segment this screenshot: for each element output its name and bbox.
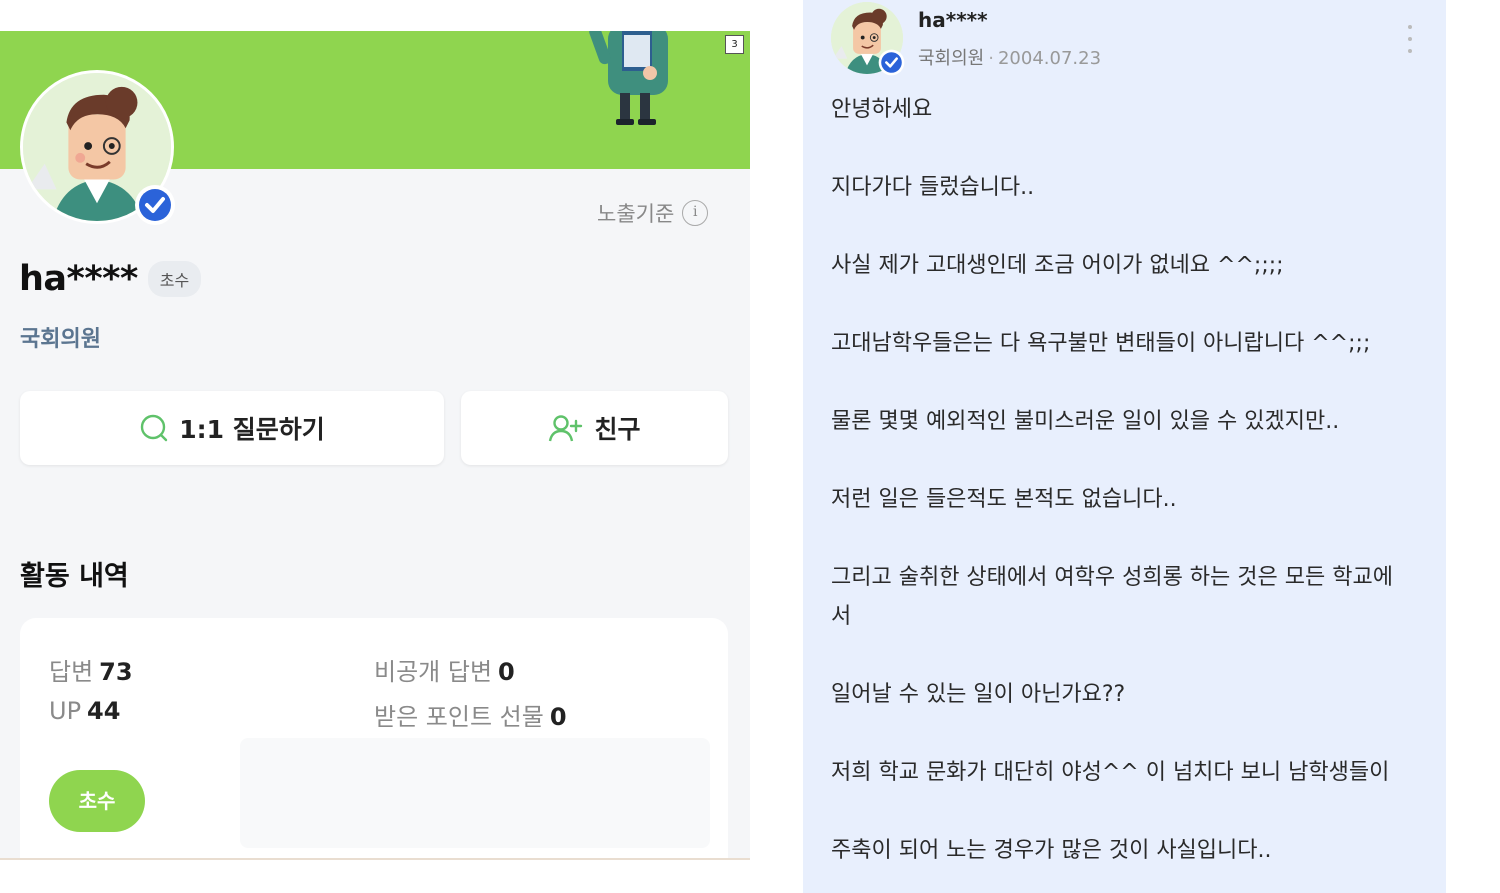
post-text-line: 주축이 되어 노는 경우가 많은 것이 사실입니다.. (831, 838, 1272, 863)
grade-badge: 초수 (49, 770, 145, 832)
verified-badge-icon (878, 49, 905, 76)
verified-badge-icon (135, 185, 175, 225)
post-text-line: 저희 학교 문화가 대단히 야성^^ 이 넘치다 보니 남학생들이 (831, 760, 1390, 785)
post-author-name[interactable]: ha**** (918, 8, 988, 32)
profile-username: ha**** (19, 259, 138, 299)
stat-up[interactable]: UP 44 (49, 697, 120, 725)
blurred-region (240, 738, 710, 848)
post-panel: ha**** 국회의원 · 2004.07.23 안녕하세요 지다가다 들렀습니다.… (803, 0, 1446, 893)
post-text-line: 안녕하세요 (831, 97, 933, 122)
stat-point-gifts[interactable]: 받은 포인트 선물 0 (374, 697, 567, 732)
profile-title: 국회의원 (20, 327, 101, 352)
post-text-line: 저런 일은 들은적도 본적도 없습니다.. (831, 487, 1177, 512)
profile-name-row: ha**** 초수 (19, 259, 202, 299)
post-author-title: 국회의원 (918, 48, 985, 69)
stat-answers-value: 73 (99, 658, 133, 686)
post-text-line: 지다가다 들렀습니다.. (831, 175, 1035, 200)
post-text-line: 고대남학우들은는 다 욕구불만 변태들이 아니랍니다 ^^;;; (831, 331, 1371, 356)
add-friend-icon (549, 415, 583, 442)
mascot-illustration (589, 31, 668, 125)
activity-stats-card: 답변 73 UP 44 비공개 답변 0 받은 포인트 선물 0 초수 (20, 618, 728, 858)
friend-button-label: 친구 (594, 415, 641, 444)
grade-chip: 초수 (147, 261, 202, 297)
question-button-label: 1:1 질문하기 (179, 415, 325, 444)
profile-panel: 3 노출기준 i ha**** 초수 국회의원 1:1 질문하기 친구 활동 내… (0, 31, 750, 860)
more-options-icon[interactable] (1405, 25, 1415, 53)
post-author-avatar[interactable] (831, 2, 905, 76)
post-text-line: 일어날 수 있는 일이 아닌가요?? (831, 682, 1126, 707)
post-meta: 국회의원 · 2004.07.23 (918, 44, 1101, 70)
post-text-line: 물론 몇몇 예외적인 불미스러운 일이 있을 수 있겠지만.. (831, 409, 1340, 434)
image-count-badge: 3 (725, 35, 744, 54)
chat-bubble-icon (141, 414, 168, 442)
profile-avatar (20, 70, 175, 225)
stat-up-label: UP (49, 697, 82, 725)
info-icon[interactable]: i (682, 200, 709, 226)
exposure-criteria[interactable]: 노출기준 i (597, 198, 709, 228)
post-date: 2004.07.23 (997, 48, 1102, 69)
stat-answers-label: 답변 (49, 658, 94, 686)
stat-up-value: 44 (87, 697, 121, 725)
stat-private-value: 0 (498, 658, 515, 686)
post-text-line: 서 (831, 604, 852, 629)
friend-button[interactable]: 친구 (461, 391, 728, 465)
exposure-criteria-label: 노출기준 (597, 202, 675, 226)
question-button[interactable]: 1:1 질문하기 (20, 391, 444, 465)
stat-private-answers[interactable]: 비공개 답변 0 (374, 652, 515, 687)
stat-gift-value: 0 (549, 703, 567, 731)
stat-private-label: 비공개 답변 (374, 658, 493, 686)
post-text-line: 사실 제가 고대생인데 조금 어이가 없네요 ^^;;;; (831, 253, 1284, 278)
stat-gift-label: 받은 포인트 선물 (374, 703, 544, 731)
stat-answers[interactable]: 답변 73 (49, 652, 133, 687)
activity-section-title: 활동 내역 (20, 561, 129, 592)
post-text-line: 그리고 술취한 상태에서 여학우 성희롱 하는 것은 모든 학교에 (831, 565, 1393, 590)
meta-separator: · (988, 48, 994, 69)
